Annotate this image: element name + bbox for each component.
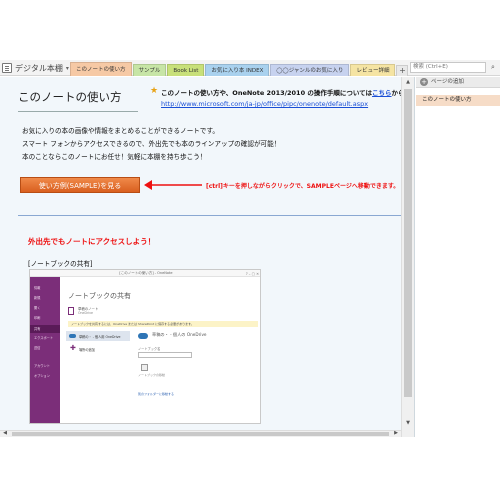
horizontal-scroll-thumb[interactable] — [12, 432, 389, 436]
screenshot-backstage-sidebar: 情報新規開く印刷共有エクスポート 送信アカウントオプション — [30, 277, 60, 423]
help-url-link[interactable]: http://www.microsoft.com/ja-jp/office/pi… — [161, 100, 368, 108]
title-underline — [18, 111, 138, 112]
notebook-icon — [68, 307, 74, 315]
section-tab[interactable]: このノートの使い方 — [70, 62, 132, 76]
screenshot-option-onedrive: 草稿の・ - 個人用 OneDrive — [66, 331, 130, 341]
access-heading: 外出先でもノートにアクセスしよう！ — [28, 237, 156, 246]
screenshot-sidebar-item: エクスポート — [34, 336, 54, 340]
section-tab[interactable]: Book List — [167, 64, 205, 76]
screenshot-notebook: 草稿のノート OneDrive — [68, 306, 138, 320]
screenshot-option-add-place: ✚ 場所の追加 — [70, 344, 95, 353]
section-tab[interactable]: お気に入り本 INDEX — [205, 64, 270, 76]
section-tab-bar: デジタル本棚 ▾ このノートの使い方 サンプル Book List お気に入り本 IN… — [0, 60, 500, 76]
screenshot-name-box — [138, 352, 192, 358]
section-tab[interactable]: ◯◯ジャンルのお気に入り — [270, 64, 350, 76]
search-icon[interactable]: ⌕ — [488, 62, 498, 73]
description-line: スマート フォンからアクセスできるので、外出先でも本のラインアップの確認が可能！ — [22, 140, 281, 148]
description-line: 本のことならこのノートにお任せ！気軽に本棚を持ち歩こう！ — [22, 153, 207, 161]
screenshot-move-link: 別のフォルダーに移動する — [138, 392, 175, 396]
scroll-left-icon[interactable]: ◀ — [0, 429, 10, 437]
page-list-item[interactable]: このノートの使い方 — [416, 95, 500, 106]
arrow-left-icon — [144, 180, 202, 190]
screenshot-move-label: ノートブックの移動 — [138, 373, 166, 377]
section-tab[interactable]: サンプル — [132, 64, 167, 76]
onenote-window: デジタル本棚 ▾ このノートの使い方 サンプル Book List お気に入り本 IN… — [0, 0, 500, 500]
intro-text: このノートの使い方や、OneNote 2013/2010 の操作手順についてはこ… — [161, 89, 405, 97]
vertical-scroll-thumb[interactable] — [404, 89, 412, 397]
add-section-tab-button[interactable]: + — [396, 65, 409, 76]
screenshot-sidebar-item: アカウント — [34, 364, 50, 368]
page-title[interactable]: このノートの使い方 — [18, 89, 122, 105]
screenshot-sidebar-item: 情報 — [34, 286, 41, 290]
intro-link[interactable]: こちら — [372, 89, 392, 97]
plus-icon: ✚ — [70, 344, 76, 352]
description-line: お気に入りの本の画像や情報をまとめることができるノートです。 — [22, 127, 220, 135]
chevron-down-icon: ▾ — [65, 64, 69, 72]
screenshot-sidebar-item: 印刷 — [34, 316, 41, 320]
section-tab[interactable]: レビュー詳細 — [350, 64, 396, 76]
scroll-up-icon[interactable]: ▲ — [402, 77, 414, 88]
section-tabs: このノートの使い方 サンプル Book List お気に入り本 INDEX ◯◯ジャンル… — [70, 62, 409, 76]
plus-icon: + — [420, 78, 428, 86]
horizontal-scrollbar[interactable]: ◀ ▶ — [0, 430, 401, 437]
screenshot-name-label: ノートブック名 — [138, 347, 161, 351]
scroll-down-icon[interactable]: ▼ — [402, 418, 414, 429]
window-controls-icon: ? – ▢ ✕ — [245, 272, 259, 276]
screenshot-titlebar: [このノートの使い方] - OneNote ? – ▢ ✕ — [30, 270, 260, 277]
screenshot-sidebar-item: 開く — [34, 306, 41, 310]
ctrl-click-hint: [ctrl]キーを押しながらクリックで、SAMPLEページへ移動できます。 — [206, 183, 400, 190]
add-page-button[interactable]: + ページの追加 — [416, 77, 500, 88]
screenshot-sidebar-item: 新規 — [34, 296, 41, 300]
screenshot-sidebar-item: 共有 — [34, 327, 41, 331]
page-canvas[interactable]: このノートの使い方 ★ このノートの使い方や、OneNote 2013/2010… — [0, 77, 415, 437]
section-divider — [18, 215, 410, 216]
scroll-right-icon[interactable]: ▶ — [391, 429, 401, 437]
cloud-icon — [138, 333, 148, 339]
screenshot-sidebar-item: オプション — [34, 374, 50, 378]
screenshot-banner: ノートブックを共有するには、OneDrive または SharePoint に保… — [68, 321, 258, 327]
notebook-icon — [2, 63, 12, 73]
share-notebook-screenshot: [このノートの使い方] - OneNote ? – ▢ ✕ 情報新規開く印刷共有… — [29, 269, 261, 424]
share-heading: [ノートブックの共有] — [28, 260, 93, 268]
search-input[interactable]: 検索 (Ctrl+E) — [410, 62, 486, 73]
cloud-icon — [69, 334, 76, 338]
vertical-scrollbar[interactable]: ▲ ▼ — [401, 77, 414, 437]
screenshot-heading: ノートブックの共有 — [68, 292, 131, 300]
notebook-name: デジタル本棚 — [15, 63, 63, 73]
sample-page-button[interactable]: 使い方例(SAMPLE)を見る — [20, 177, 140, 193]
star-icon: ★ — [150, 86, 159, 96]
screenshot-sidebar-item: 送信 — [34, 346, 41, 350]
save-icon — [141, 364, 148, 371]
page-list-panel: + ページの追加 このノートの使い方 — [416, 77, 500, 437]
notebook-selector[interactable]: デジタル本棚 ▾ — [2, 61, 69, 75]
